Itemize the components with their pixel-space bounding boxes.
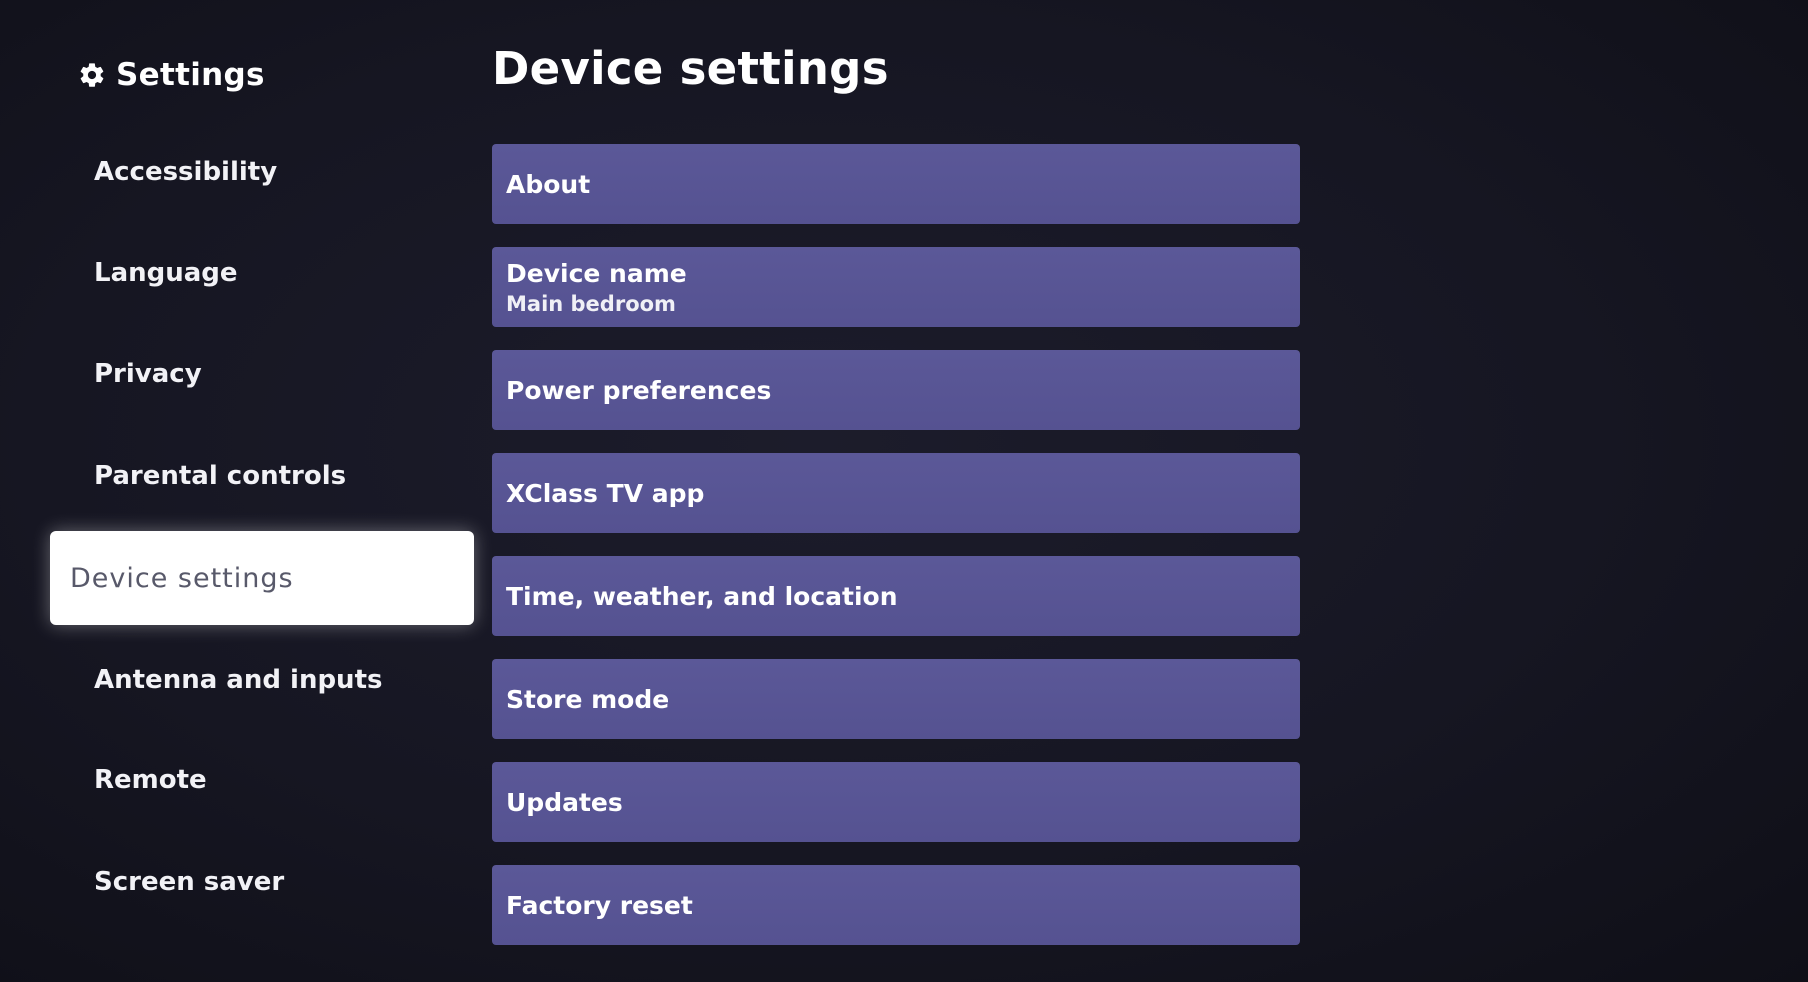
page-title: Device settings — [492, 42, 889, 95]
device-name-value: Main bedroom — [506, 291, 676, 316]
row-store-mode[interactable]: Store mode — [492, 659, 1300, 739]
row-factory-reset[interactable]: Factory reset — [492, 865, 1300, 945]
sidebar-item-parental-controls[interactable]: Parental controls — [50, 429, 474, 523]
row-updates[interactable]: Updates — [492, 762, 1300, 842]
gear-icon — [80, 63, 104, 87]
sidebar-item-accessibility[interactable]: Accessibility — [50, 125, 474, 219]
row-label: Time, weather, and location — [506, 581, 898, 611]
row-label: Power preferences — [506, 375, 772, 405]
sidebar-item-language[interactable]: Language — [50, 226, 474, 320]
row-about[interactable]: About — [492, 144, 1300, 224]
row-label: Updates — [506, 787, 623, 817]
sidebar-header: Settings — [78, 52, 265, 98]
sidebar-item-privacy[interactable]: Privacy — [50, 327, 474, 421]
row-device-name[interactable]: Device name Main bedroom — [492, 247, 1300, 327]
sidebar-item-remote[interactable]: Remote — [50, 733, 474, 827]
sidebar-item-device-settings[interactable]: Device settings — [50, 531, 474, 625]
row-label: Factory reset — [506, 890, 693, 920]
row-time-weather-location[interactable]: Time, weather, and location — [492, 556, 1300, 636]
row-label: Device name — [506, 258, 687, 288]
row-power-preferences[interactable]: Power preferences — [492, 350, 1300, 430]
sidebar-item-screen-saver[interactable]: Screen saver — [50, 835, 474, 929]
row-label: Store mode — [506, 684, 670, 714]
row-label: About — [506, 169, 591, 199]
sidebar-item-antenna-and-inputs[interactable]: Antenna and inputs — [50, 633, 474, 727]
tv-settings-screen: Settings Accessibility Language Privacy … — [0, 0, 1808, 982]
row-label: XClass TV app — [506, 478, 705, 508]
row-xclass-tv-app[interactable]: XClass TV app — [492, 453, 1300, 533]
sidebar-title: Settings — [116, 57, 265, 93]
